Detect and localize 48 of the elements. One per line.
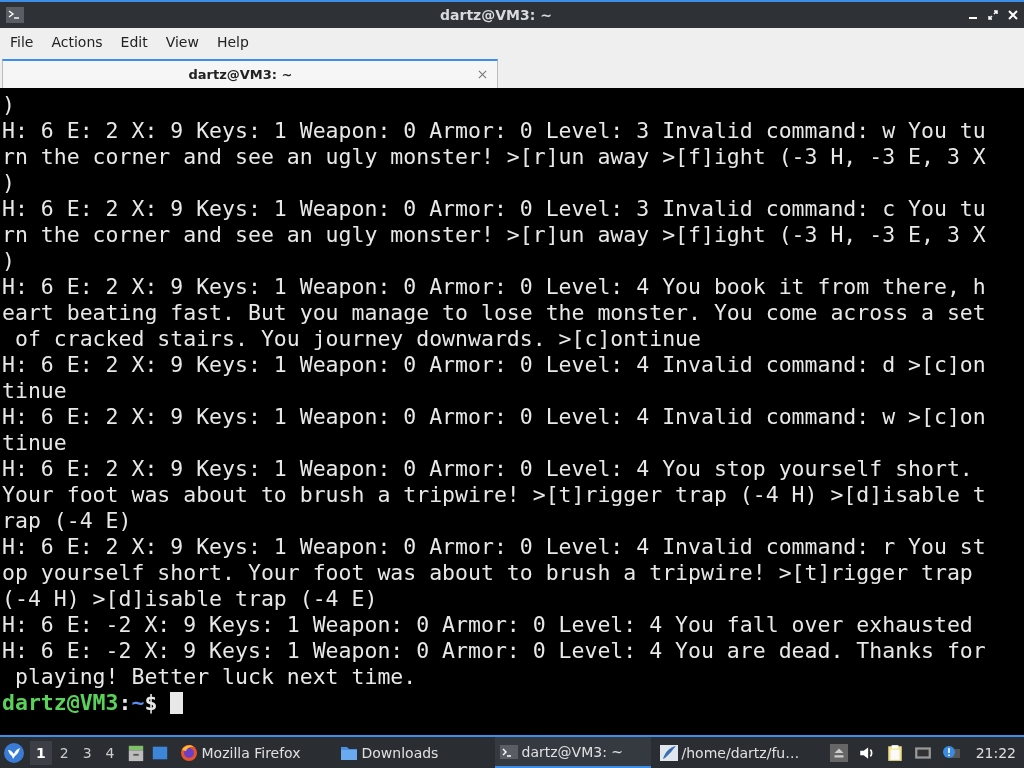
output-line: H: 6 E: -2 X: 9 Keys: 1 Weapon: 0 Armor: 0 Level: 4 You fall over exhausted	[2, 612, 973, 638]
workspace-button[interactable]: 4	[99, 740, 121, 765]
output-line: rap (-4 E)	[2, 508, 132, 534]
output-line: of cracked stairs. You journey downwards. >[c]ontinue	[13, 326, 701, 352]
terminal-icon	[6, 7, 24, 23]
workspace-button[interactable]: 1	[30, 740, 52, 765]
workspace-button[interactable]: 2	[53, 740, 75, 765]
output-line: op yourself short. Your foot was about to brush a tripwire! >[t]rigger trap	[2, 560, 973, 586]
workspace-button[interactable]: 3	[76, 740, 98, 765]
output-line: H: 6 E: 2 X: 9 Keys: 1 Weapon: 0 Armor: 0 Level: 4 Invalid command: d >[c]on	[2, 352, 986, 378]
browser-icon	[178, 742, 199, 763]
taskbar-button[interactable]: Mozilla Firefox	[174, 737, 331, 768]
window-title: dartz@VM3: ~	[439, 7, 553, 23]
output-line: H: 6 E: 2 X: 9 Keys: 1 Weapon: 0 Armor: 0 Level: 4 You book it from there, h	[2, 274, 986, 300]
file-cabinet-icon[interactable]	[126, 743, 145, 762]
menu-item[interactable]: View	[159, 32, 205, 52]
output-line: tinue	[2, 430, 67, 456]
output-line: eart beating fast. But you manage to lose the monster. You come across a set	[2, 300, 986, 326]
output-line: tinue	[2, 378, 67, 404]
taskbar-button[interactable]: dartz@VM3: ~	[494, 737, 651, 768]
tab[interactable]: dartz@VM3: ~	[2, 59, 498, 88]
quill-icon	[658, 742, 679, 763]
output-line: H: 6 E: 2 X: 9 Keys: 1 Weapon: 0 Armor: 0 Level: 4 Invalid command: w >[c]on	[2, 404, 986, 430]
output-line: rn the corner and see an ugly monster! >[r]un away >[f]ight (-3 H, -3 E, 3 X	[2, 144, 986, 170]
output-line: )	[2, 170, 15, 196]
menu-item[interactable]: Help	[210, 32, 255, 52]
output-line: H: 6 E: 2 X: 9 Keys: 1 Weapon: 0 Armor: 0 Level: 4 Invalid command: r You st	[2, 534, 986, 560]
output-line: H: 6 E: -2 X: 9 Keys: 1 Weapon: 0 Armor: 0 Level: 4 You are dead. Thanks for	[2, 638, 986, 664]
output-line: H: 6 E: 2 X: 9 Keys: 1 Weapon: 0 Armor: 0 Level: 3 Invalid command: w You tu	[2, 118, 986, 144]
eject-icon[interactable]	[829, 743, 848, 762]
output-line: (-4 H) >[d]isable trap (-4 E)	[2, 586, 378, 612]
clock: 21:22	[975, 744, 1016, 761]
menu-item[interactable]: Edit	[114, 32, 154, 52]
menu-item[interactable]: Actions	[45, 32, 109, 52]
shell-prompt: dartz@VM3:~$	[2, 690, 158, 716]
output-line: )	[2, 248, 15, 274]
clipboard-icon[interactable]	[885, 743, 904, 762]
taskbar-button[interactable]: /home/dartz/fu…	[654, 737, 811, 768]
restore-icon[interactable]	[988, 10, 998, 20]
taskbar-button[interactable]: Downloads	[334, 737, 491, 768]
menu-item[interactable]: File	[4, 32, 40, 52]
output-line: playing! Better luck next time.	[13, 664, 417, 690]
output-line: rn the corner and see an ugly monster! >[r]un away >[f]ight (-3 H, -3 E, 3 X	[2, 222, 986, 248]
output-line: Your foot was about to brush a tripwire! >[t]rigger trap (-4 H) >[d]isable t	[2, 482, 986, 508]
output-line: )	[2, 92, 15, 118]
output-line: H: 6 E: 2 X: 9 Keys: 1 Weapon: 0 Armor: 0 Level: 4 You stop yourself short.	[2, 456, 973, 482]
text-cursor	[170, 692, 184, 714]
output-line: H: 6 E: 2 X: 9 Keys: 1 Weapon: 0 Armor: 0 Level: 3 Invalid command: c You tu	[2, 196, 986, 222]
